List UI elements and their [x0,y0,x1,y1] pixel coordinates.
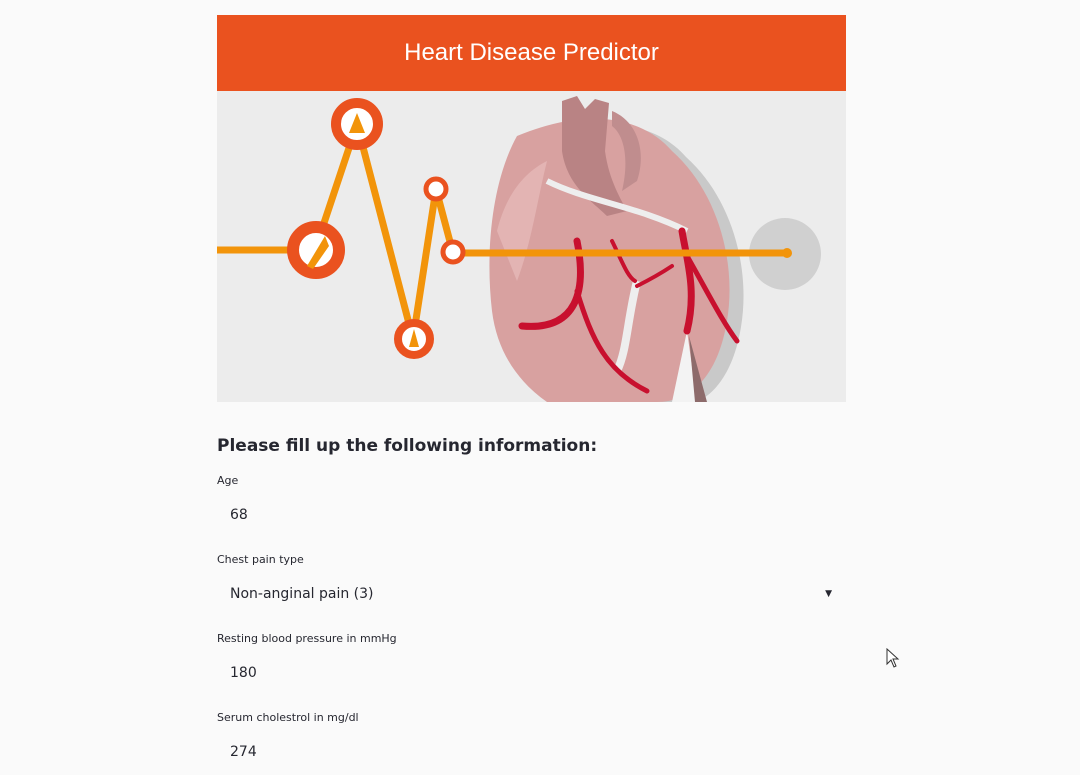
blood-pressure-field-group: Resting blood pressure in mmHg 180 [217,632,846,693]
blood-pressure-label: Resting blood pressure in mmHg [217,632,397,645]
age-input[interactable]: 68 [217,495,846,535]
app-title: Heart Disease Predictor [404,39,659,66]
chest-pain-selected-value: Non-anginal pain (3) [230,586,374,602]
cholesterol-field-group: Serum cholestrol in mg/dl 274 [217,711,846,772]
main-container: Heart Disease Predictor Please fill up t… [217,15,846,772]
chest-pain-label: Chest pain type [217,553,304,566]
app-header: Heart Disease Predictor [217,15,846,91]
age-label: Age [217,474,239,487]
caret-down-icon: ▼ [825,589,832,599]
mouse-cursor-icon [886,648,900,668]
cholesterol-input[interactable]: 274 [217,732,846,772]
blood-pressure-input[interactable]: 180 [217,653,846,693]
cholesterol-label: Serum cholestrol in mg/dl [217,711,359,724]
chest-pain-select[interactable]: Non-anginal pain (3) ▼ [217,574,846,614]
form-heading: Please fill up the following information… [217,436,598,456]
hero-image [217,91,846,402]
chest-pain-field-group: Chest pain type Non-anginal pain (3) ▼ [217,553,846,614]
age-field-group: Age 68 [217,474,846,535]
